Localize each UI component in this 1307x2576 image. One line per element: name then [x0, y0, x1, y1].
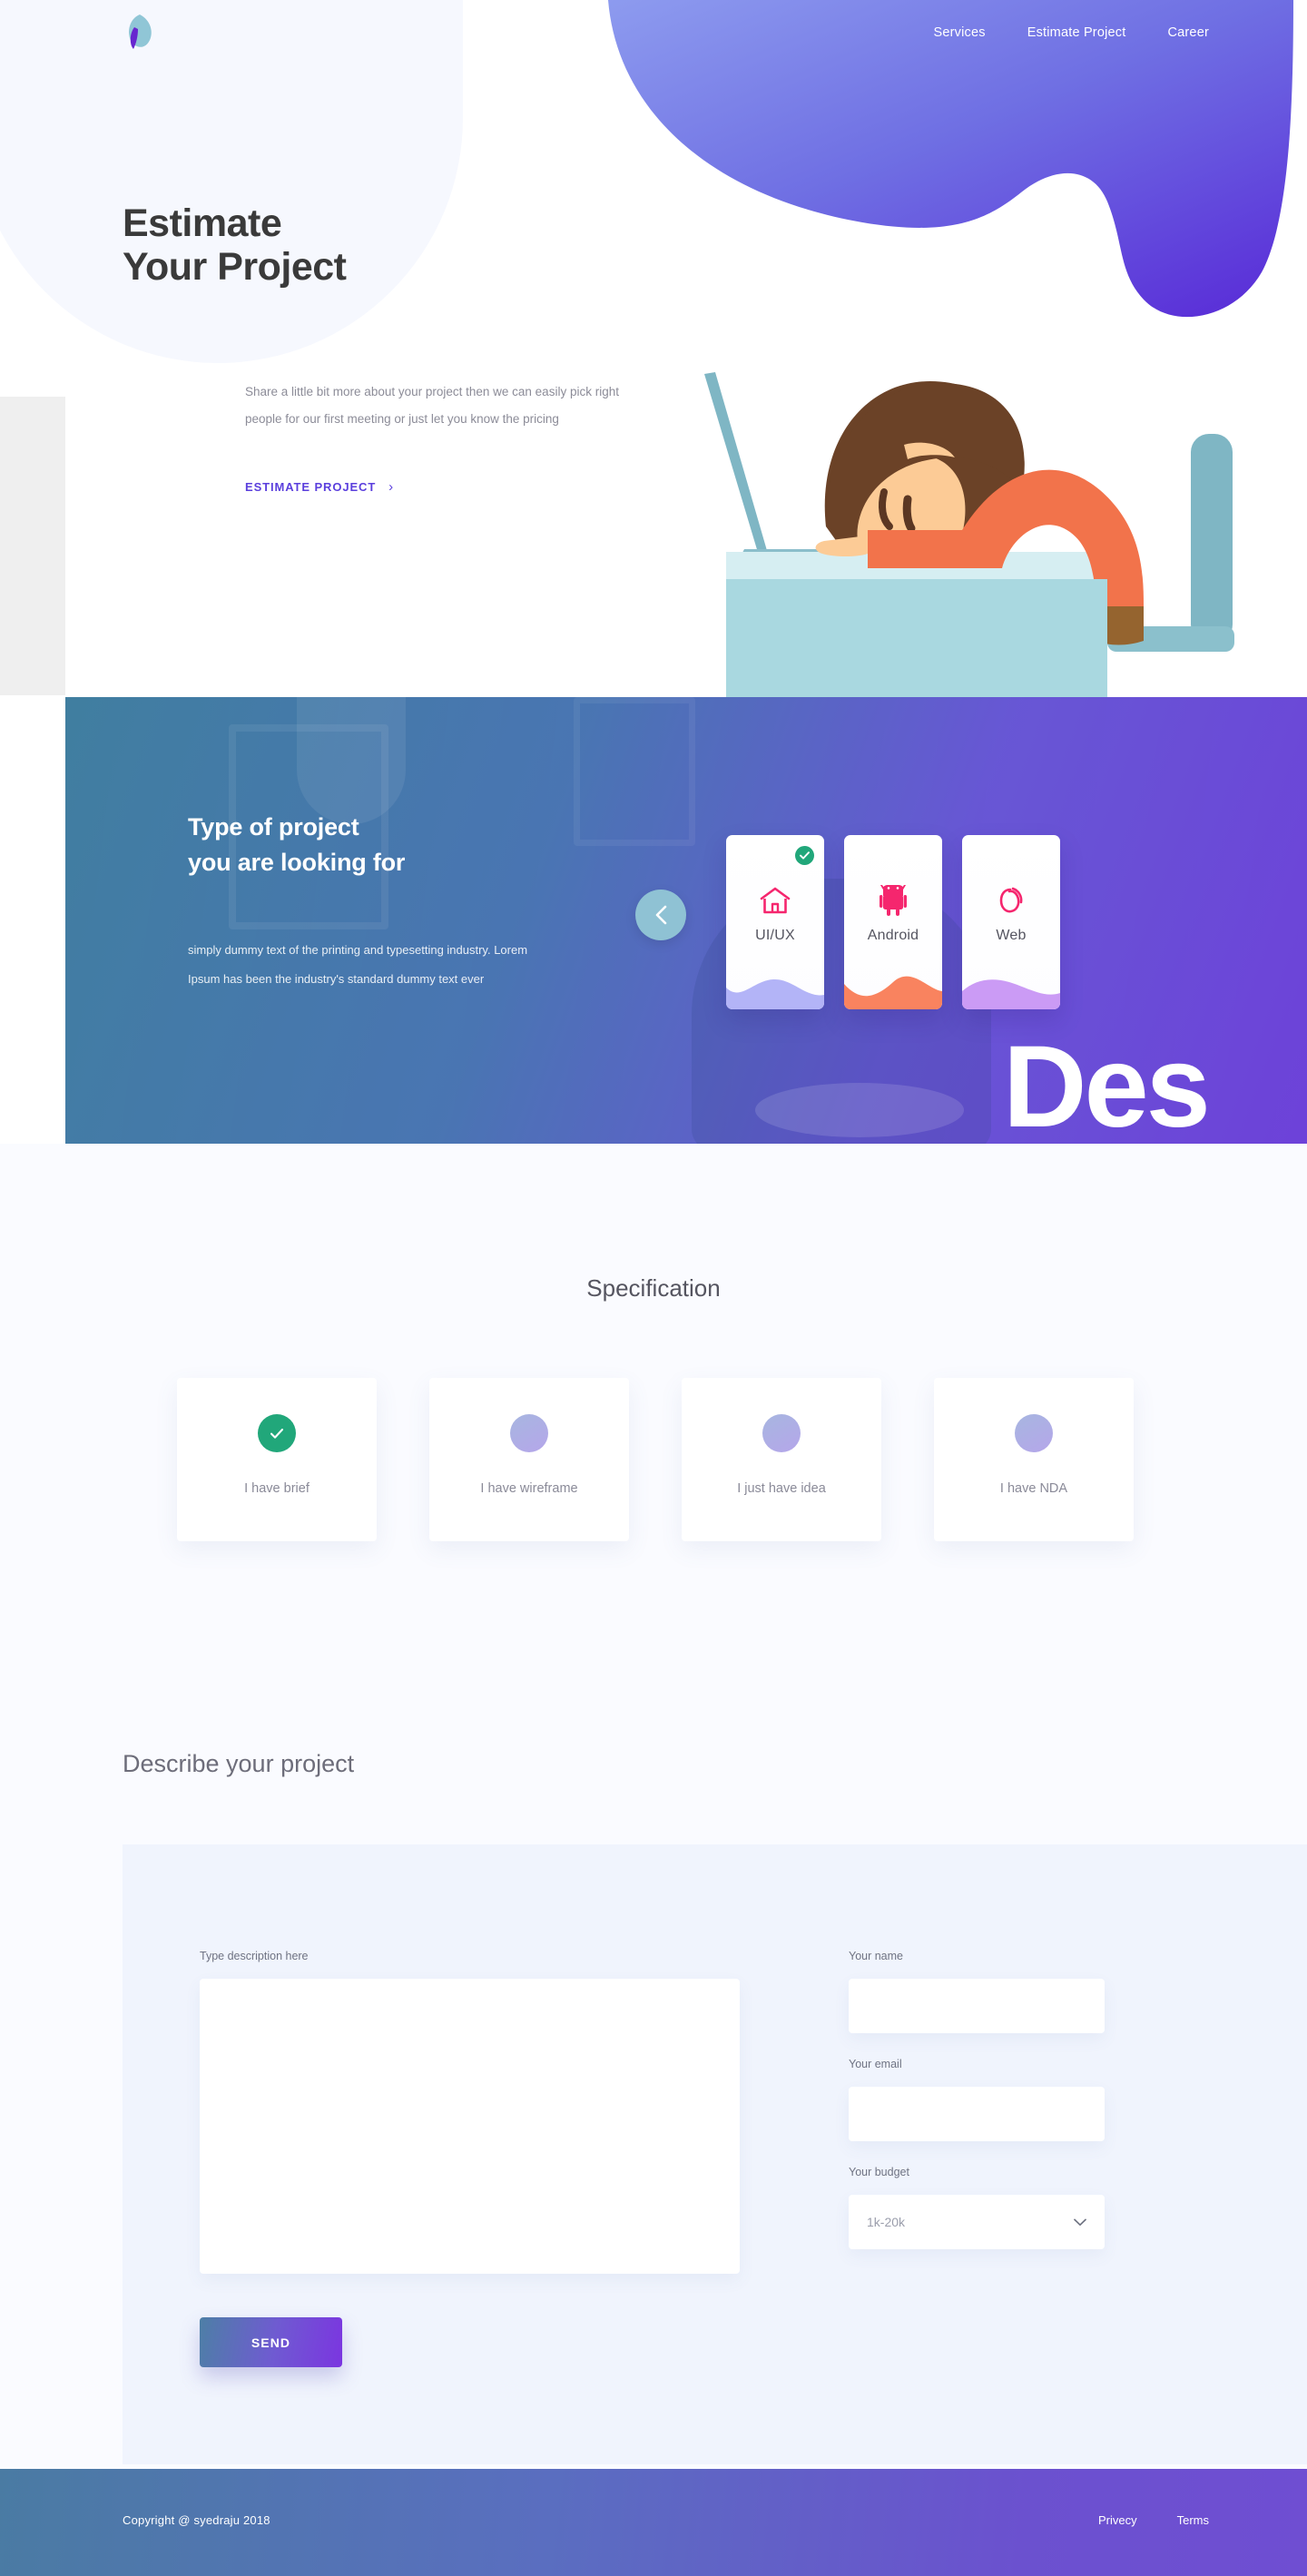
description-textarea[interactable] [200, 1979, 740, 2274]
chevron-left-icon [655, 905, 666, 925]
hero-title-line1: Estimate [123, 202, 282, 245]
header-purple-blob [608, 0, 1293, 318]
background-table [755, 1083, 964, 1137]
link-icon [997, 882, 1025, 919]
check-icon [800, 851, 810, 860]
describe-project-title: Describe your project [123, 1750, 355, 1777]
footer-link-terms[interactable]: Terms [1177, 2513, 1209, 2527]
specification-card-label: I just have idea [737, 1481, 826, 1496]
project-type-description: simply dummy text of the printing and ty… [188, 943, 528, 986]
main-navigation[interactable]: Services Estimate Project Career [934, 25, 1210, 40]
specification-card-idea[interactable]: I just have idea [682, 1378, 881, 1541]
spec-selected-indicator [258, 1414, 296, 1452]
estimate-project-cta[interactable]: ESTIMATE PROJECT › [245, 479, 394, 495]
budget-field-label: Your budget [849, 2166, 909, 2178]
specification-card-brief[interactable]: I have brief [177, 1378, 377, 1541]
footer-link-privacy[interactable]: Privecy [1098, 2513, 1137, 2527]
footer: Copyright @ syedraju 2018 Privecy Terms [0, 2469, 1307, 2576]
left-edge-gray-panel [0, 397, 65, 695]
spec-indicator [762, 1414, 801, 1452]
check-icon [270, 1428, 284, 1439]
project-type-card-label: UI/UX [755, 928, 795, 943]
name-input[interactable] [849, 1979, 1105, 2033]
project-type-title: Type of project you are looking for [188, 810, 405, 880]
specification-title: Specification [586, 1274, 721, 1302]
hero-background-circle [0, 0, 463, 363]
budget-select-value: 1k-20k [867, 2215, 906, 2229]
woman-sleeping-at-desk-illustration [704, 372, 1234, 697]
card-wave-decoration [962, 979, 1060, 1009]
project-type-card-label: Web [996, 928, 1027, 943]
hero-description: Share a little bit more about your proje… [245, 385, 619, 427]
hero-title: Estimate Your Project [123, 202, 347, 290]
description-field-label: Type description here [200, 1950, 309, 1962]
android-icon [880, 882, 907, 919]
background-plant [297, 697, 406, 824]
email-input[interactable] [849, 2087, 1105, 2141]
specification-card-label: I have brief [244, 1481, 310, 1496]
project-type-card-uiux[interactable]: UI/UX [726, 835, 824, 1009]
page-root: Services Estimate Project Career Estimat… [0, 0, 1307, 2576]
project-type-title-line1: Type of project [188, 813, 359, 841]
project-type-card-web[interactable]: Web [962, 835, 1060, 1009]
card-wave-decoration [844, 976, 942, 1009]
decorative-big-word: Des [1003, 1022, 1211, 1152]
spec-indicator [510, 1414, 548, 1452]
email-field-label: Your email [849, 2058, 902, 2070]
estimate-project-cta-label: ESTIMATE PROJECT [245, 480, 377, 494]
card-selected-badge [795, 846, 814, 865]
hero-section: Services Estimate Project Career Estimat… [0, 0, 1307, 697]
nav-item-career[interactable]: Career [1167, 25, 1209, 40]
carousel-prev-button[interactable] [635, 890, 686, 940]
project-type-card-list: UI/UX Android Web [726, 835, 1060, 1009]
project-type-card-android[interactable]: Android [844, 835, 942, 1009]
nav-item-services[interactable]: Services [934, 25, 986, 40]
nav-item-estimate-project[interactable]: Estimate Project [1027, 25, 1126, 40]
footer-links: Privecy Terms [1098, 2513, 1209, 2527]
project-type-card-label: Android [867, 928, 919, 943]
leaf-logo-icon [129, 15, 152, 49]
spec-indicator [1015, 1414, 1053, 1452]
chevron-right-icon: › [388, 479, 395, 495]
send-button[interactable]: SEND [200, 2317, 342, 2367]
card-wave-decoration [726, 978, 824, 1009]
budget-select[interactable]: 1k-20k [849, 2195, 1105, 2249]
specification-card-nda[interactable]: I have NDA [934, 1378, 1134, 1541]
name-field-label: Your name [849, 1950, 903, 1962]
specification-card-wireframe[interactable]: I have wireframe [429, 1378, 629, 1541]
hero-title-line2: Your Project [123, 245, 347, 290]
project-type-title-line2: you are looking for [188, 848, 406, 876]
chevron-down-icon [1074, 2218, 1086, 2226]
home-icon [760, 882, 791, 919]
brand-logo[interactable] [118, 11, 162, 51]
specification-card-label: I have wireframe [480, 1481, 578, 1496]
footer-copyright: Copyright @ syedraju 2018 [123, 2513, 270, 2527]
specification-card-label: I have NDA [999, 1481, 1068, 1496]
specification-card-list: I have brief I have wireframe I just hav… [177, 1378, 1134, 1541]
